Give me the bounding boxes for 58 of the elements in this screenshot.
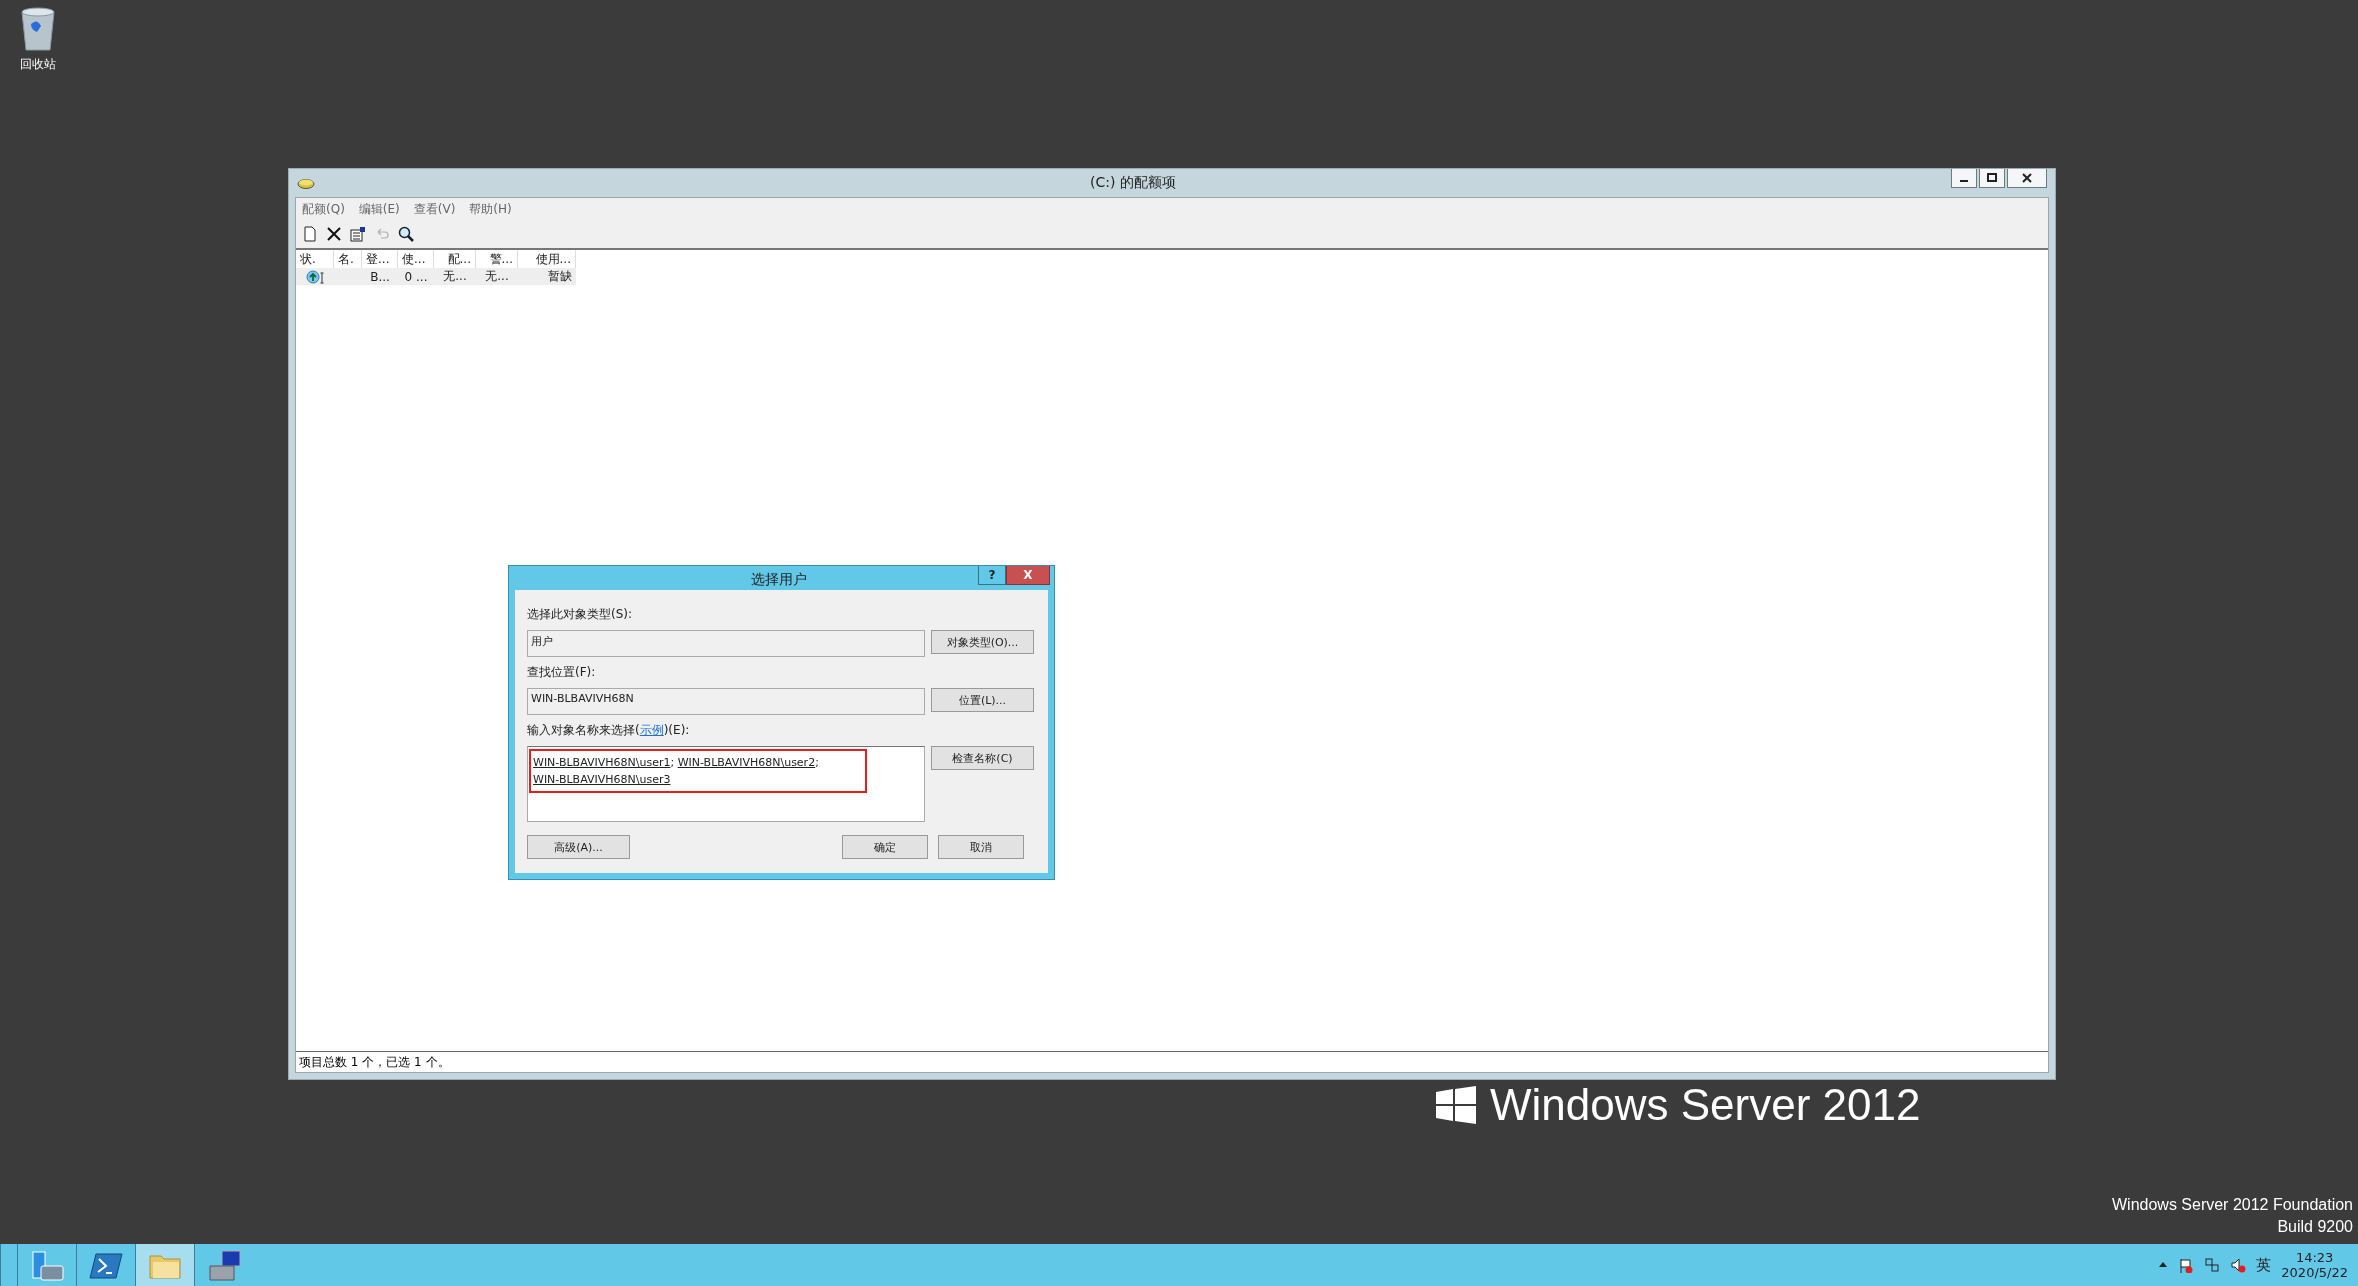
status-bar: 项目总数 1 个，已选 1 个。 [296,1051,2048,1072]
menu-item[interactable]: 帮助(H) [469,200,512,218]
field-label: 选择此对象类型(S): [527,606,634,623]
location-field[interactable]: WIN-BLBAVIVH68N [527,688,925,715]
disk-icon [297,177,315,189]
examples-link[interactable]: 示例 [639,723,664,737]
clock-date[interactable]: 2020/5/22 [2281,1265,2348,1280]
minimize-button[interactable] [1951,169,1977,188]
search-icon[interactable] [398,226,414,242]
advanced-button[interactable]: 高级(A)... [527,835,630,859]
network-icon[interactable] [2204,1257,2221,1273]
input-method-indicator[interactable]: 英 [2256,1255,2272,1275]
speaker-icon[interactable] [2230,1257,2247,1273]
dialog-title: 选择用户 [749,570,808,589]
table-cell: 暂缺 [548,268,572,285]
window-title: (C:) 的配额项 [1089,174,1177,192]
table-cell: 无... [443,268,467,285]
separator-text: ; [815,756,819,769]
object-type-field[interactable]: 用户 [527,630,925,657]
flag-icon[interactable] [2178,1257,2195,1273]
close-button[interactable]: X [1006,566,1050,585]
close-button[interactable] [2007,169,2047,188]
edition-text: Windows Server 2012 Foundation [2111,1196,2353,1214]
maximize-icon [1987,173,1997,183]
object-types-button[interactable]: 对象类型(O)... [931,630,1034,654]
check-names-button[interactable]: 检查名称(C) [931,746,1034,770]
cancel-button[interactable]: 取消 [938,835,1024,859]
user-name-link[interactable]: WIN-BLBAVIVH68N\user3 [533,773,671,786]
build-text: Build 9200 [2277,1218,2353,1236]
field-label: 输入对象名称来选择(示例)(E): [527,722,691,739]
field-label: 查找位置(F): [527,664,597,681]
help-button[interactable]: ? [978,566,1006,585]
menu-item[interactable]: 查看(V) [413,200,456,218]
windows-logo-icon [1436,1086,1476,1124]
new-document-icon[interactable] [302,226,318,242]
locations-button[interactable]: 位置(L)... [931,688,1034,712]
menu-item[interactable]: 配额(Q) [302,200,345,218]
delete-icon[interactable] [326,226,342,242]
properties-icon[interactable] [350,226,366,242]
quota-status-icon [305,269,325,284]
table-cell: B... [370,269,390,284]
recycle-bin-icon[interactable] [18,6,58,52]
separator-text: ; [670,756,675,769]
clock-time[interactable]: 14:23 [2295,1250,2334,1265]
object-names-field[interactable]: WIN-BLBAVIVH68N\user1; WIN-BLBAVIVH68N\user2; WIN-BLBAVIVH68N\user3 [527,746,925,822]
table-cell: 0 ... [404,269,428,284]
maximize-button[interactable] [1979,169,2005,188]
close-icon [2022,173,2032,183]
minimize-icon [1960,180,1968,182]
desktop-icon-label[interactable]: 回收站 [20,56,56,73]
table-row[interactable]: B... 0 ... 无... 无... 暂缺 [296,268,576,285]
desktop-logo-text: Windows Server 2012 [1490,1082,1921,1128]
user-name-link[interactable]: WIN-BLBAVIVH68N\user2 [677,756,816,769]
table-cell: 无... [485,268,509,285]
ok-button[interactable]: 确定 [842,835,928,859]
toolbox-icon [206,1248,242,1282]
server-manager-icon [29,1248,65,1282]
menu-item[interactable]: 编辑(E) [358,200,400,218]
